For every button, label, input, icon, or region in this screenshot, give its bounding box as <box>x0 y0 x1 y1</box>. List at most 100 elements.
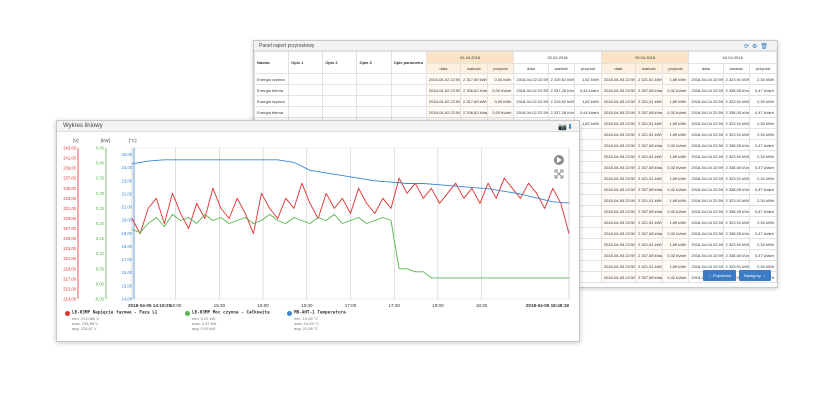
table-cell: 1,89 kWh <box>661 117 690 129</box>
table-cell: 2018-04-05 22:59 <box>600 249 637 261</box>
table-cell: 0,32 kVarh <box>661 205 690 217</box>
table-cell: 2018-04-05 22:59 <box>600 238 637 250</box>
table-cell: 2 323,91 kWh <box>722 238 751 250</box>
table-cell: 2 338,05 kVarh <box>722 227 751 239</box>
table-cell: 2018-04-05 22:59 <box>600 271 637 283</box>
data-point <box>293 208 295 209</box>
table-cell: 0,32 kVarh <box>661 249 690 261</box>
data-point <box>487 188 489 190</box>
data-point <box>455 182 457 184</box>
table-cell: 0,47 kVarh <box>749 227 777 239</box>
data-point <box>544 277 546 279</box>
y-tick-label: 25,00 <box>122 152 133 157</box>
table-cell: 2 337,58 kVarh <box>635 106 663 118</box>
data-point <box>244 217 246 218</box>
data-point <box>147 208 149 209</box>
y-tick-label: 233,00 <box>63 196 76 201</box>
x-tick-label: 2018-04-05 14:19:25 <box>128 303 172 308</box>
table-cell: 2 321,51 kWh <box>635 73 663 85</box>
data-point <box>471 187 473 189</box>
table-cell: 1,82 kWh <box>574 95 602 107</box>
empty-cell <box>390 106 427 118</box>
next-page-button[interactable]: Następny → <box>738 270 771 281</box>
camera-icon[interactable]: 📷 <box>558 124 567 131</box>
table-cell: 2 317,60 kWh <box>460 73 488 85</box>
sub-header: wartość <box>460 62 488 75</box>
date-header: 01.04.2018 <box>425 51 515 64</box>
data-point <box>261 192 262 194</box>
table-cell: 2 338,05 kVarh <box>722 161 751 173</box>
table-cell: 2018-04-04 22:59 <box>688 172 724 184</box>
chart-legend: LE-03MP Napięcie fazowe - Faza L1 min: 21… <box>65 310 565 340</box>
sub-header: data <box>688 62 724 75</box>
data-point <box>309 203 311 204</box>
data-point <box>503 277 505 279</box>
data-point <box>139 232 141 233</box>
data-point <box>261 159 262 161</box>
download-icon[interactable]: ⬇ <box>567 124 573 131</box>
table-cell: 0,00 kVarh <box>486 84 515 96</box>
table-cell: 2018-04-05 22:59 <box>600 216 637 228</box>
y-tick-label: 24,00 <box>122 165 133 170</box>
table-cell: 2 338,05 kVarh <box>722 249 751 261</box>
data-point <box>164 226 165 227</box>
empty-cell <box>390 95 427 107</box>
table-row: Energia bierna 2018-04-02 22:59 2 336,82 k… <box>254 84 777 96</box>
data-point <box>301 220 303 221</box>
empty-cell <box>356 84 392 96</box>
table-cell: 2 338,05 kVarh <box>722 183 751 195</box>
prev-page-button[interactable]: ← Poprzedni <box>702 270 736 281</box>
y-tick-label: 225,00 <box>63 236 76 241</box>
legend-item[interactable]: LE-03MP Moc czynna - Całkowita min: 0,02 … <box>185 310 270 331</box>
table-cell: 2 323,91 kWh <box>722 95 751 107</box>
table-cell: 0,32 kVarh <box>661 106 690 118</box>
legend-item[interactable]: LE-03MP Napięcie fazowe - Faza L1 min: 21… <box>65 310 157 331</box>
data-point <box>512 187 513 189</box>
data-point <box>471 187 473 188</box>
table-cell: 0,44 kVarh <box>574 84 602 96</box>
refresh-icon[interactable]: ⟳ <box>744 44 752 50</box>
table-cell: 2 337,26 kVarh <box>547 106 576 118</box>
trash-icon[interactable]: 🗑 <box>760 44 771 50</box>
table-cell: 2 336,82 kVarh <box>460 84 488 96</box>
y-tick-label: 14,00 <box>122 297 133 302</box>
table-cell: 1,89 kWh <box>661 172 690 184</box>
x-tick-label: 18:00 <box>432 303 444 308</box>
table-cell: 2 321,51 kWh <box>635 194 663 206</box>
data-point <box>333 208 335 209</box>
table-cell: 1,89 kWh <box>661 73 690 85</box>
data-point <box>325 192 327 194</box>
table-cell: 0,32 kVarh <box>661 161 690 173</box>
data-point <box>495 197 497 199</box>
empty-cell <box>322 73 358 85</box>
table-cell: 2 323,91 kWh <box>722 73 751 85</box>
y-tick-label: 0,40 <box>96 161 105 166</box>
legend-item[interactable]: MB-AHT-1 Temperatura min: 19,48 °C max: 24… <box>287 310 346 331</box>
data-point <box>196 203 198 204</box>
data-point <box>180 159 181 161</box>
data-point <box>503 177 505 179</box>
sub-header: przyrost <box>661 62 690 75</box>
table-cell: 0,47 kVarh <box>749 106 777 118</box>
sub-header: wartość <box>722 62 751 75</box>
table-cell: 2 321,51 kWh <box>635 128 663 140</box>
data-point <box>422 271 424 273</box>
data-point <box>358 217 359 218</box>
legend-stat-avg: avg: 21,58 °C <box>294 325 319 331</box>
row-name: Energia czynna <box>254 73 290 85</box>
data-point <box>244 213 246 214</box>
row-name: Energia bierna <box>254 106 290 118</box>
table-cell: 1,89 kWh <box>661 260 690 272</box>
table-cell: 2018-04-04 22:59 <box>688 238 724 250</box>
line-chart[interactable]: [V] 243,00 241,00 239,00 237,00 235,00 233,00 2… <box>57 132 579 310</box>
table-cell: 0,47 kVarh <box>749 84 777 96</box>
data-point <box>463 197 465 199</box>
table-row: Energia czynna2018-04-02 22:592 317,60 k… <box>254 73 777 85</box>
column-header: Opis 1 <box>288 51 324 74</box>
y-tick-label: 23,00 <box>122 178 133 183</box>
legend-swatch <box>287 310 292 316</box>
empty-cell <box>322 84 358 96</box>
table-cell: 2 321,51 kWh <box>635 216 663 228</box>
data-point <box>544 208 546 209</box>
table-cell: 2 319,62 kWh <box>547 73 576 85</box>
